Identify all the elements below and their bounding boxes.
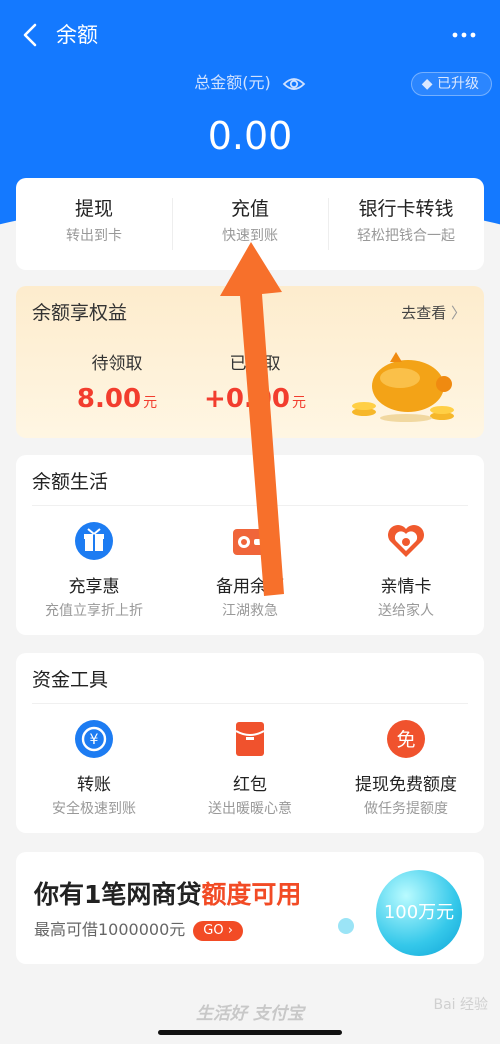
home-indicator[interactable] — [158, 1030, 342, 1035]
annotation-arrow — [220, 242, 284, 596]
watermark: Bai 经验 — [433, 997, 488, 1013]
footer-slogan: 生活好 支付宝 — [196, 1004, 304, 1024]
